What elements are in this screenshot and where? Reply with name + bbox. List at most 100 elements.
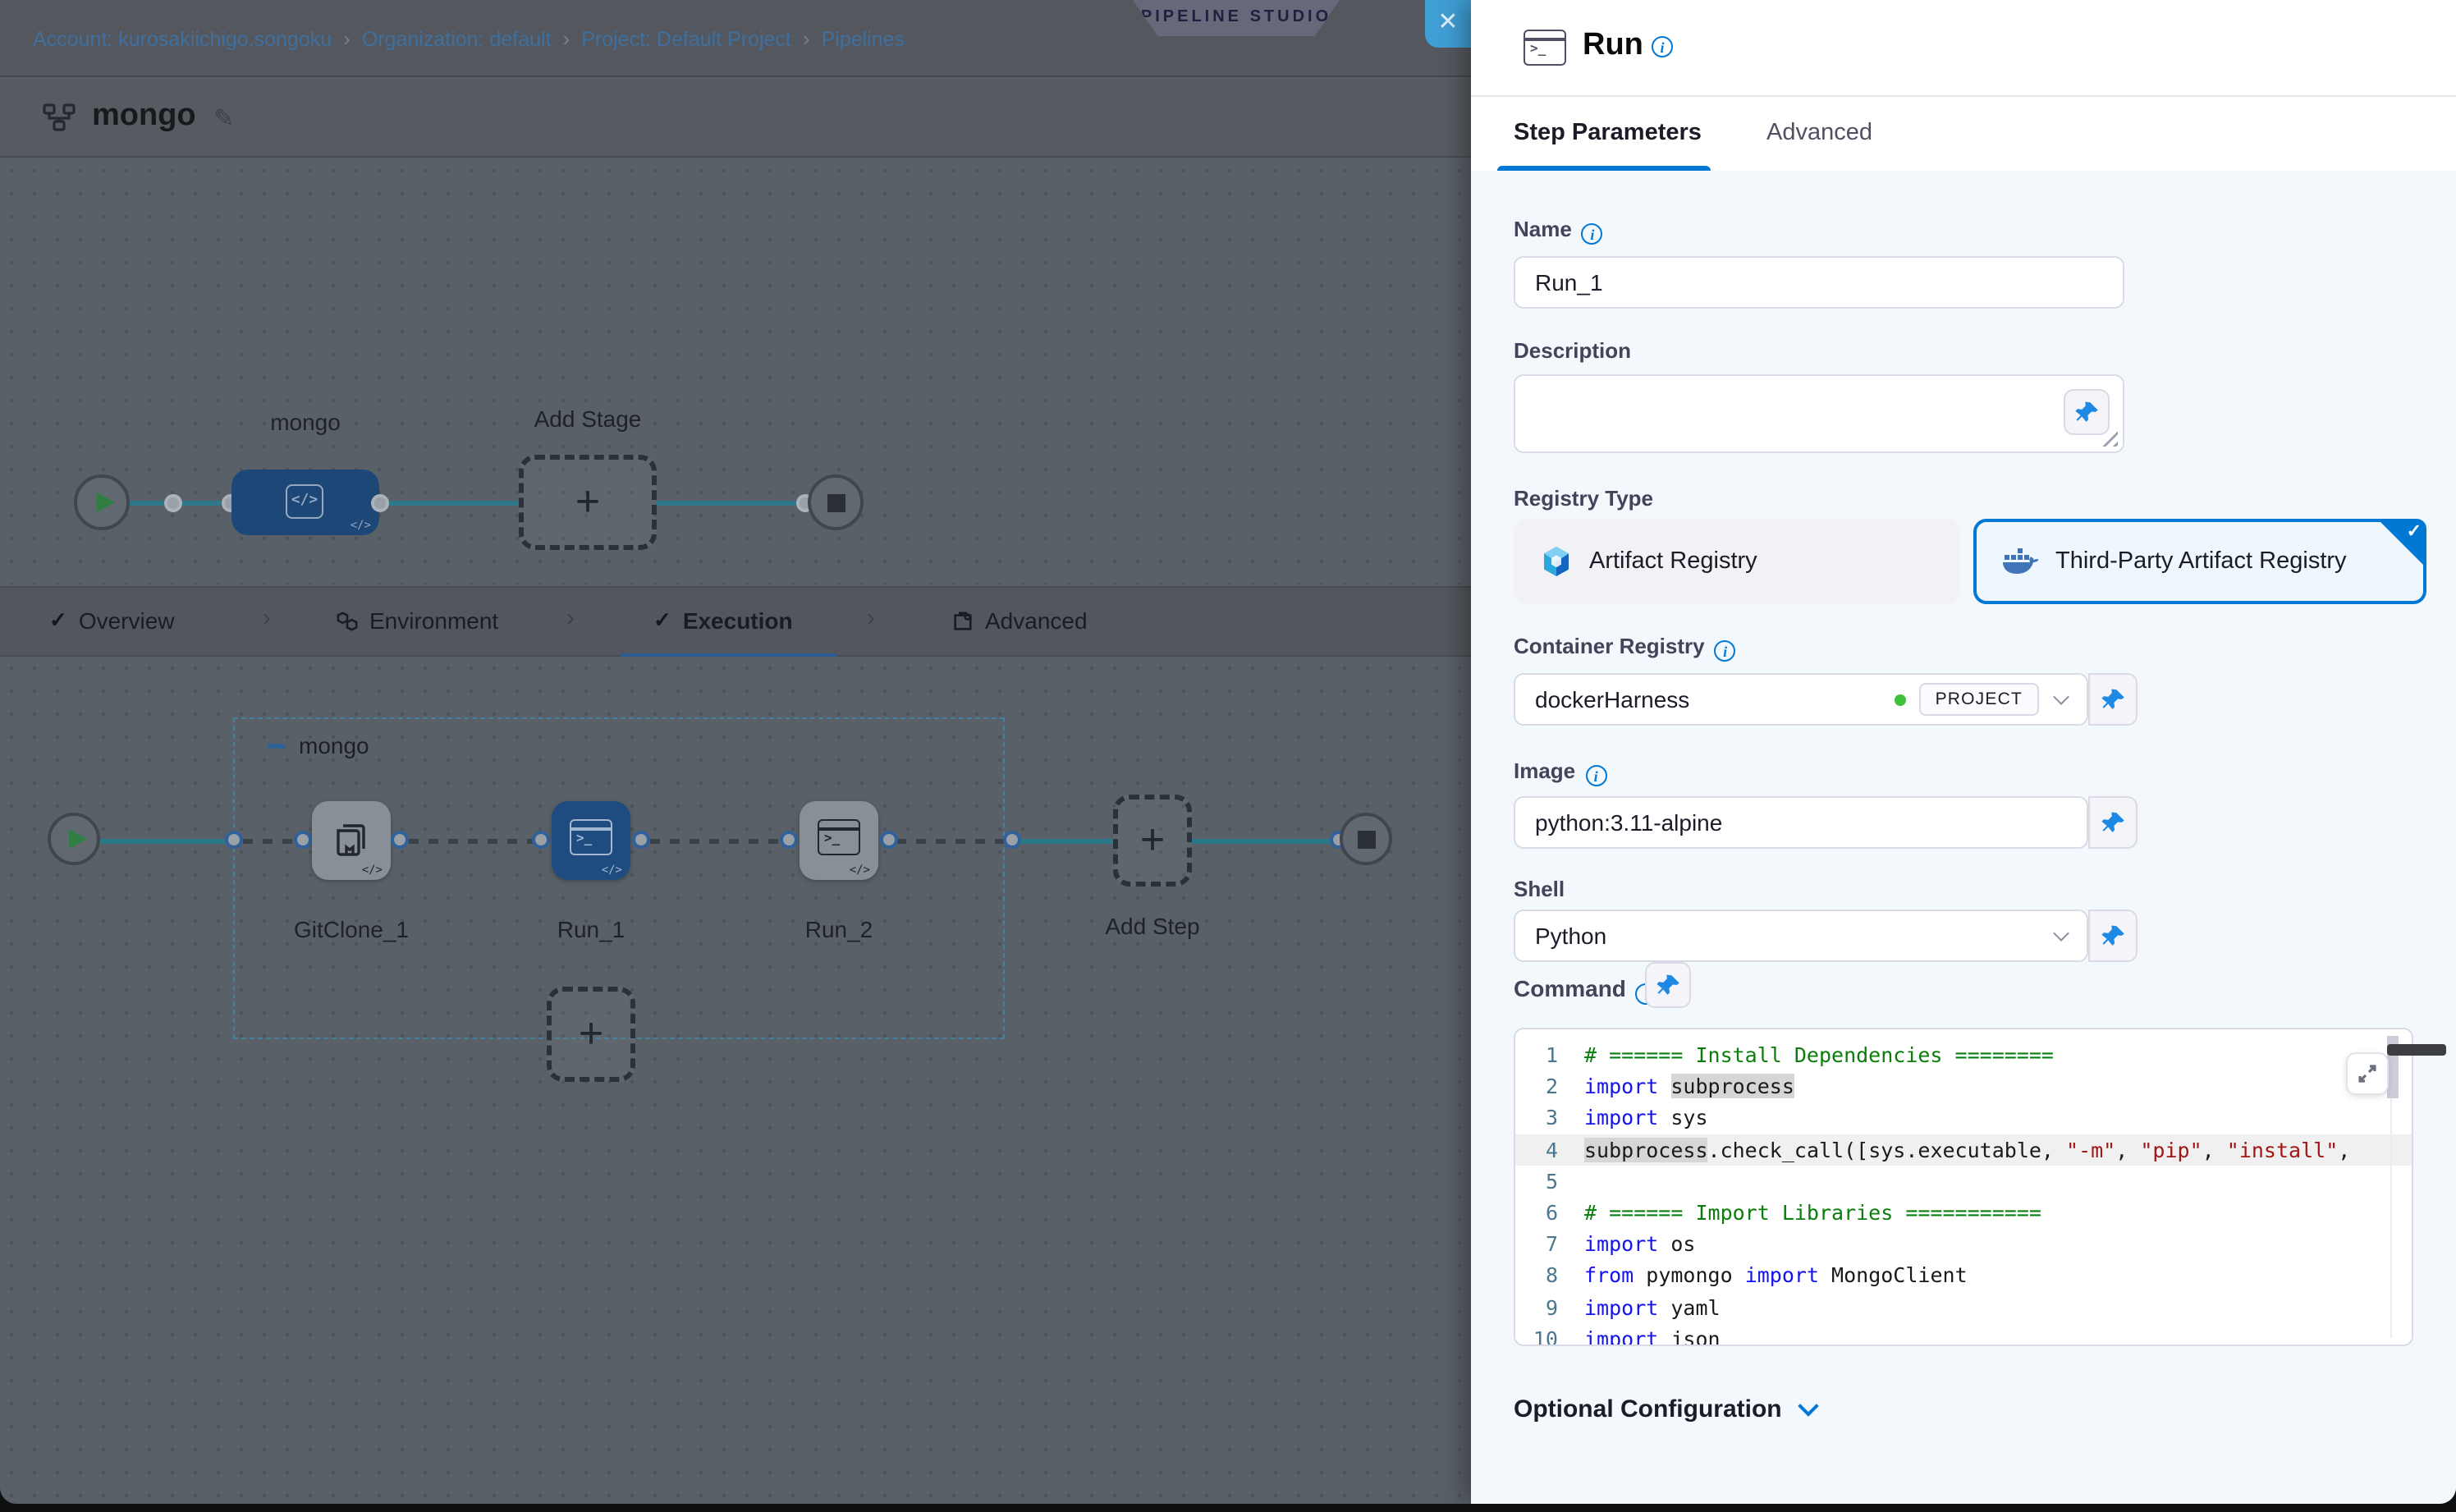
connector-line (379, 501, 519, 505)
connector-line (657, 501, 808, 505)
chevron-down-icon[interactable] (2053, 688, 2069, 704)
add-parallel-step-button[interactable]: + (547, 987, 635, 1082)
drawer-scrollbar-thumb[interactable] (2387, 1044, 2446, 1056)
stage-graph-canvas[interactable]: </> </> + mongo Add Stage (0, 159, 1471, 584)
group-label: mongo (299, 732, 369, 758)
registry-option-third-party[interactable]: Third-Party Artifact Registry ✓ (1973, 519, 2426, 604)
execution-graph-canvas[interactable]: mongo </> >_ </> (0, 657, 1471, 1504)
chevron-right-icon: › (263, 604, 271, 632)
code-line[interactable]: 6# ====== Import Libraries =========== (1515, 1197, 2412, 1228)
command-code-editor[interactable]: 1# ====== Install Dependencies ========2… (1514, 1028, 2413, 1346)
step-label[interactable]: Run_1 (493, 916, 690, 942)
breadcrumb-pipelines[interactable]: Pipelines (822, 28, 905, 51)
name-input[interactable]: Run_1 (1514, 256, 2124, 309)
shell-label: Shell (1514, 877, 1565, 901)
breadcrumb-org[interactable]: Organization: default (362, 28, 552, 51)
check-icon: ✓ (49, 607, 67, 634)
code-line[interactable]: 7import os (1515, 1228, 2412, 1259)
pin-runtime-input-button[interactable] (2088, 796, 2138, 849)
chevron-down-icon (1798, 1395, 1819, 1416)
advanced-icon (952, 610, 974, 631)
execution-end-node[interactable] (1340, 813, 1392, 865)
play-icon (69, 829, 87, 849)
stage-label[interactable]: mongo (207, 409, 404, 435)
id-line: Id i : Run_1 (1957, 225, 2456, 250)
code-line[interactable]: 4subprocess.check_call([sys.executable, … (1515, 1134, 2412, 1165)
step-node-gitclone-1[interactable]: </> (312, 801, 391, 880)
connector-port (391, 831, 409, 849)
breadcrumb-account[interactable]: Account: kurosakiichigo.songoku (33, 28, 332, 51)
expand-editor-button[interactable] (2346, 1052, 2389, 1095)
breadcrumb-project[interactable]: Project: Default Project (581, 28, 791, 51)
description-textarea[interactable] (1514, 374, 2124, 453)
edit-pipeline-name-icon[interactable]: ✎ (213, 103, 234, 133)
optional-configuration-toggle[interactable]: Optional Configuration (1514, 1395, 1817, 1423)
docker-icon (2003, 547, 2039, 576)
code-line[interactable]: 1# ====== Install Dependencies ======== (1515, 1039, 2412, 1070)
optional-configuration-label: Optional Configuration (1514, 1395, 1782, 1423)
expand-icon (2357, 1064, 2377, 1084)
step-node-run-2[interactable]: >_ </> (800, 801, 878, 880)
pin-icon (2101, 923, 2125, 948)
line-number: 7 (1515, 1228, 1584, 1259)
step-label[interactable]: GitClone_1 (253, 916, 450, 942)
step-node-run-1-selected[interactable]: >_ </> (552, 801, 630, 880)
code-badge-icon: </> (602, 864, 622, 877)
shell-select[interactable]: Python (1514, 909, 2088, 962)
tab-execution[interactable]: ✓ Execution (653, 607, 793, 634)
pipeline-end-node[interactable] (808, 474, 864, 530)
close-drawer-button[interactable]: ✕ (1425, 0, 1471, 48)
tab-advanced[interactable]: Advanced (952, 607, 1088, 634)
line-number: 9 (1515, 1291, 1584, 1322)
code-line[interactable]: 10import json (1515, 1322, 2412, 1346)
group-header[interactable]: mongo (268, 732, 369, 758)
collapse-group-icon[interactable] (268, 743, 286, 748)
pipeline-studio: Account: kurosakiichigo.songoku › Organiza… (0, 0, 1471, 1504)
plus-icon: + (579, 1008, 603, 1059)
add-stage-button[interactable]: + (519, 455, 657, 550)
step-label[interactable]: Run_2 (740, 916, 937, 942)
selected-check-corner: ✓ (2377, 519, 2426, 568)
connector-port (371, 494, 389, 512)
info-icon[interactable]: i (1652, 36, 1673, 57)
pin-icon (2074, 400, 2099, 424)
add-step-button[interactable]: + (1113, 795, 1192, 887)
tab-overview[interactable]: ✓ Overview (49, 607, 175, 634)
plus-icon: + (575, 476, 600, 527)
info-icon[interactable]: i (1582, 223, 1603, 245)
add-step-label[interactable]: Add Step (1054, 913, 1251, 939)
pin-runtime-input-button[interactable] (2088, 909, 2138, 962)
stage-config-tabs: ✓ Overview › Environment › ✓ Execution ›… (0, 586, 1471, 657)
info-icon[interactable]: i (1585, 765, 1606, 786)
stop-icon (827, 494, 845, 512)
container-registry-select[interactable]: dockerHarness PROJECT (1514, 673, 2088, 726)
plus-icon: + (1140, 814, 1165, 865)
code-line[interactable]: 3import sys (1515, 1102, 2412, 1134)
environment-icon (337, 610, 358, 631)
image-input[interactable]: python:3.11-alpine (1514, 796, 2088, 849)
tab-environment[interactable]: Environment (337, 607, 498, 634)
tab-label: Environment (369, 607, 498, 634)
add-stage-label[interactable]: Add Stage (489, 405, 686, 432)
execution-start-node[interactable] (48, 813, 100, 865)
drawer-header: >_ Run i (1471, 0, 2456, 95)
pin-runtime-input-button[interactable] (2064, 389, 2110, 435)
pipeline-start-node[interactable] (74, 474, 130, 530)
pin-runtime-input-button[interactable] (2088, 673, 2138, 726)
pipeline-graph-icon (43, 103, 76, 133)
pin-runtime-input-button[interactable] (1645, 962, 1691, 1008)
code-line[interactable]: 2import subprocess (1515, 1070, 2412, 1102)
tab-advanced[interactable]: Advanced (1766, 120, 1872, 146)
code-line[interactable]: 8from pymongo import MongoClient (1515, 1260, 2412, 1291)
screenshot-viewport: Account: kurosakiichigo.songoku › Organiza… (0, 0, 2456, 1512)
tab-step-parameters[interactable]: Step Parameters (1514, 120, 1702, 146)
registry-option-label: Third-Party Artifact Registry (2055, 548, 2347, 575)
registry-option-artifact[interactable]: Artifact Registry (1514, 519, 1960, 604)
code-line[interactable]: 5 (1515, 1166, 2412, 1197)
stage-node-mongo[interactable]: </> </> (231, 470, 379, 535)
chevron-down-icon[interactable] (2053, 924, 2069, 941)
code-line[interactable]: 9import yaml (1515, 1291, 2412, 1322)
connector-port (632, 831, 650, 849)
connector-dashed (650, 839, 790, 844)
info-icon[interactable]: i (1715, 640, 1736, 662)
